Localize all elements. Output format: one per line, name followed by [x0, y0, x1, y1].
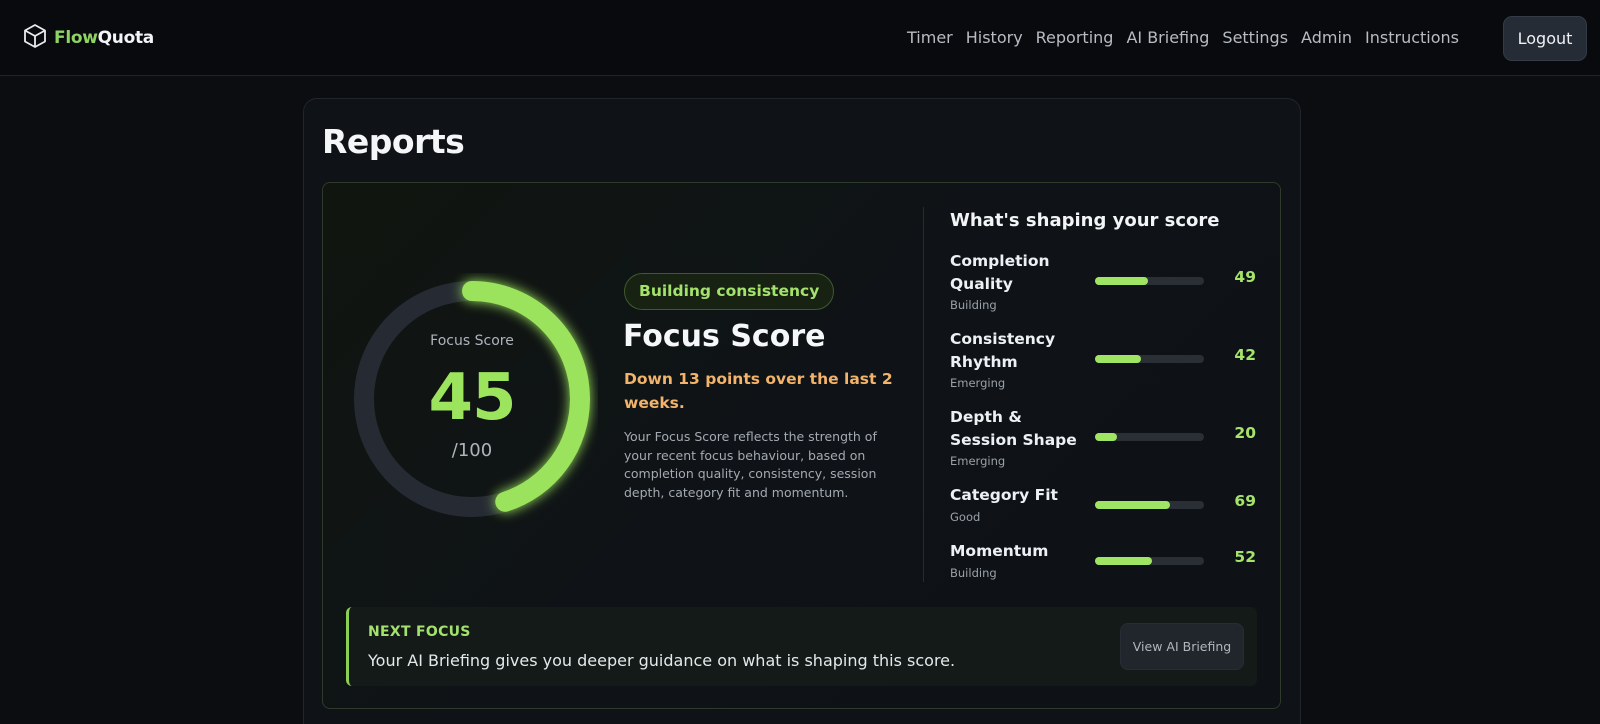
metric-bar	[1095, 277, 1204, 285]
metric-bar	[1095, 433, 1204, 441]
metric-bar	[1095, 355, 1204, 363]
shaping-title: What's shaping your score	[950, 210, 1220, 231]
metric-bar	[1095, 557, 1204, 565]
nav-link-ai-briefing[interactable]: AI Briefing	[1126, 28, 1209, 47]
score-max: /100	[451, 440, 493, 461]
metric-name: Depth & Session Shape	[950, 408, 1077, 449]
metric-value: 20	[1234, 424, 1256, 442]
nav-links: Timer History Reporting AI Briefing Sett…	[907, 28, 1459, 47]
metric-status: Good	[950, 510, 981, 524]
metric-value: 42	[1234, 346, 1256, 364]
metric-bar-fill	[1095, 277, 1149, 285]
vertical-divider	[923, 207, 924, 582]
next-focus-text: Your AI Briefing gives you deeper guidan…	[368, 651, 956, 670]
nav-link-history[interactable]: History	[966, 28, 1023, 47]
status-badge: Building consistency	[624, 273, 835, 310]
focus-score-delta: Down 13 points over the last 2 weeks.	[624, 370, 893, 412]
top-navbar: FlowQuota Timer History Reporting AI Bri…	[0, 0, 1600, 76]
metric-status: Building	[950, 298, 997, 312]
score-value: 45	[428, 361, 516, 435]
metric-name: Completion Quality	[950, 252, 1050, 293]
metric-bar-fill	[1095, 501, 1171, 509]
metric-name: Category Fit	[950, 486, 1058, 504]
nav-link-admin[interactable]: Admin	[1301, 28, 1352, 47]
metric-value: 49	[1234, 268, 1256, 286]
ring-caption: Focus Score	[430, 333, 514, 349]
nav-link-settings[interactable]: Settings	[1222, 28, 1288, 47]
logout-button[interactable]: Logout	[1503, 16, 1587, 61]
brand-name: FlowQuota	[54, 28, 154, 48]
nav-link-reporting[interactable]: Reporting	[1036, 28, 1114, 47]
metric-value: 52	[1234, 548, 1256, 566]
metric-name: Momentum	[950, 542, 1049, 560]
focus-score-description: Your Focus Score reflects the strength o…	[624, 429, 877, 500]
metric-bar-fill	[1095, 355, 1141, 363]
nav-link-instructions[interactable]: Instructions	[1365, 28, 1459, 47]
metric-bar	[1095, 501, 1204, 509]
next-focus-label: NEXT FOCUS	[368, 624, 471, 640]
page-title: Reports	[322, 122, 465, 161]
metric-status: Emerging	[950, 454, 1006, 468]
focus-score-ring: Focus Score 45 /100	[346, 273, 598, 525]
metric-value: 69	[1234, 492, 1256, 510]
metric-status: Emerging	[950, 376, 1006, 390]
brand-logo[interactable]: FlowQuota	[22, 24, 154, 52]
view-ai-briefing-button[interactable]: View AI Briefing	[1120, 623, 1244, 670]
metric-name: Consistency Rhythm	[950, 330, 1056, 371]
metric-status: Building	[950, 566, 997, 580]
metric-bar-fill	[1095, 557, 1152, 565]
metric-bar-fill	[1095, 433, 1117, 441]
focus-score-title: Focus Score	[623, 319, 826, 354]
next-focus-panel: NEXT FOCUS Your AI Briefing gives you de…	[346, 607, 1257, 686]
cube-icon	[22, 23, 54, 53]
nav-link-timer[interactable]: Timer	[907, 28, 953, 47]
